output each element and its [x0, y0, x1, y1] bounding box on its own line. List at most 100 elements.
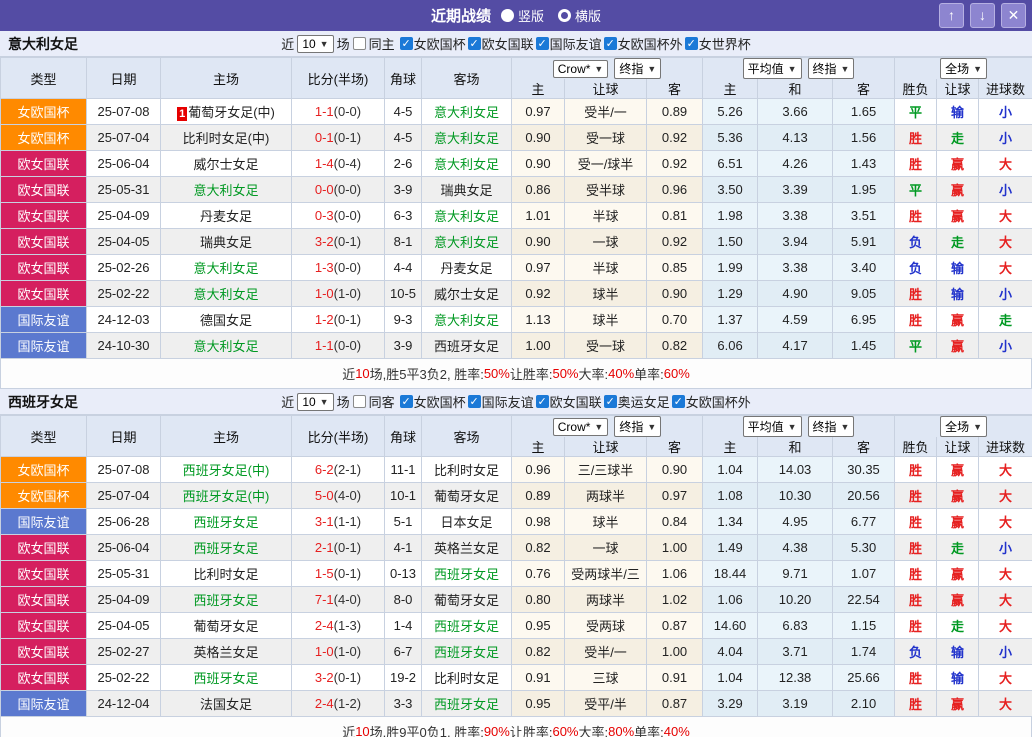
avg-home-cell: 18.44 — [702, 560, 759, 587]
radio-horizontal[interactable]: 横版 — [558, 6, 601, 25]
score-cell: 2-4(1-2) — [291, 690, 385, 717]
handicap-cell: 一球 — [564, 228, 647, 255]
result-goals-cell: 小 — [978, 280, 1032, 307]
result-handicap-cell: 赢 — [936, 202, 980, 229]
average-select[interactable]: 平均值 ▼ — [742, 58, 802, 79]
col-result-handicap: 让球 — [936, 437, 980, 457]
avg-away-cell: 1.45 — [832, 332, 896, 359]
avg-draw-cell: 4.59 — [757, 306, 834, 333]
league-filter-checkbox[interactable]: ✓ — [535, 37, 549, 50]
league-cell: 欧女国联 — [0, 534, 87, 561]
result-wdl-cell: 胜 — [894, 482, 938, 509]
avg-away-cell: 2.10 — [832, 690, 896, 717]
corner-cell: 9-3 — [384, 306, 422, 333]
result-wdl-cell: 胜 — [894, 150, 938, 177]
avg-time-select[interactable]: 终指 ▼ — [807, 58, 855, 79]
league-filter-item: ✓ 女欧国杯 — [399, 34, 466, 53]
date-cell: 25-07-04 — [86, 482, 161, 509]
team-name-text: 意大利女足 — [193, 183, 259, 198]
home-team-cell: 葡萄牙女足 — [160, 612, 292, 639]
same-venue-checkbox[interactable] — [352, 395, 366, 408]
handicap-cell: 受半/一 — [564, 98, 647, 125]
fulltime-select[interactable]: 全场 ▼ — [940, 58, 988, 79]
col-odds-home: 主 — [511, 437, 565, 457]
avg-time-select[interactable]: 终指 ▼ — [807, 416, 855, 437]
corner-cell: 1-4 — [384, 612, 422, 639]
radio-vertical[interactable]: 竖版 — [500, 6, 544, 25]
date-cell: 25-06-04 — [86, 150, 161, 177]
odds-group-header: Crow* ▼ 终指 ▼ — [510, 415, 704, 437]
handicap-cell: 受两球 — [564, 612, 647, 639]
league-filter-checkbox[interactable]: ✓ — [603, 37, 617, 50]
match-count-select[interactable]: 10 ▼ — [297, 392, 334, 411]
same-venue-checkbox[interactable] — [352, 37, 366, 50]
league-filter-checkbox[interactable]: ✓ — [671, 395, 685, 408]
team-name-text: 比利时女足(中) — [182, 131, 270, 146]
fulltime-select[interactable]: 全场 ▼ — [940, 416, 988, 437]
avg-home-cell: 5.36 — [702, 124, 759, 151]
chevron-down-icon: ▼ — [787, 63, 797, 74]
fulltime-score: 1-0 — [314, 644, 334, 659]
scroll-up-button[interactable]: ↑ — [939, 3, 964, 28]
away-team-cell: 意大利女足 — [421, 150, 512, 177]
home-odds-cell: 0.92 — [511, 280, 565, 307]
league-filter-checkbox[interactable]: ✓ — [399, 37, 413, 50]
avg-draw-cell: 3.38 — [757, 254, 834, 281]
bookmaker-select[interactable]: Crow* ▼ — [552, 59, 609, 78]
away-odds-cell: 0.70 — [645, 306, 704, 333]
table-body: 女欧国杯 25-07-08 西班牙女足(中) 6-2(2-1) 11-1 比利时女足 0.9… — [0, 456, 1032, 717]
away-team-cell: 瑞典女足 — [421, 176, 512, 203]
home-odds-cell: 0.97 — [511, 98, 565, 125]
handicap-cell: 一球 — [564, 534, 647, 561]
fulltime-score: 6-2 — [314, 462, 334, 477]
league-cell: 欧女国联 — [0, 150, 87, 177]
avg-away-cell: 1.95 — [832, 176, 896, 203]
summary-text: 单率: — [634, 725, 664, 737]
avg-home-cell: 1.06 — [702, 586, 759, 613]
bookmaker-select[interactable]: Crow* ▼ — [552, 417, 609, 436]
league-filter-item: ✓ 女欧国杯外 — [603, 34, 683, 53]
league-filter-checkbox[interactable]: ✓ — [467, 37, 481, 50]
radio-unselected-icon[interactable] — [558, 9, 571, 22]
avg-away-cell: 5.91 — [832, 228, 896, 255]
league-filter-checkbox[interactable]: ✓ — [467, 395, 481, 408]
scroll-down-button[interactable]: ↓ — [970, 3, 995, 28]
result-goals-cell: 大 — [978, 586, 1032, 613]
radio-selected-icon[interactable] — [500, 9, 514, 22]
team-name-text: 葡萄牙女足 — [433, 593, 499, 608]
average-select[interactable]: 平均值 ▼ — [742, 416, 802, 437]
result-handicap-cell: 赢 — [936, 690, 980, 717]
team-name-text: 丹麦女足 — [440, 261, 493, 276]
result-handicap-cell: 赢 — [936, 306, 980, 333]
league-filter-checkbox[interactable]: ✓ — [684, 37, 698, 50]
league-cell: 欧女国联 — [0, 254, 87, 281]
close-button[interactable]: ✕ — [1001, 3, 1026, 28]
fulltime-group-header: 全场 ▼ — [894, 415, 1032, 437]
odds-time-select[interactable]: 终指 ▼ — [614, 58, 662, 79]
halftime-score: (0-1) — [333, 566, 362, 581]
team-name-text: 西班牙女足(中) — [182, 463, 270, 478]
result-wdl-cell: 平 — [894, 176, 938, 203]
col-corner: 角球 — [384, 415, 422, 457]
team-name-text: 意大利女足 — [193, 339, 259, 354]
result-wdl-cell: 胜 — [894, 534, 938, 561]
odds-time-select[interactable]: 终指 ▼ — [614, 416, 662, 437]
halftime-score: (1-2) — [333, 696, 362, 711]
league-filter-checkbox[interactable]: ✓ — [399, 395, 413, 408]
date-cell: 25-02-26 — [86, 254, 161, 281]
match-count-select[interactable]: 10 ▼ — [297, 34, 334, 53]
summary-text: 80% — [608, 724, 635, 737]
score-cell: 3-1(1-1) — [291, 508, 385, 535]
league-filter-checkbox[interactable]: ✓ — [603, 395, 617, 408]
corner-cell: 6-3 — [384, 202, 422, 229]
away-odds-cell: 0.81 — [645, 202, 704, 229]
date-cell: 25-02-27 — [86, 638, 161, 665]
league-cell: 国际友谊 — [0, 690, 87, 717]
filter-row: 意大利女足 近 10 ▼ 场 同主 ✓ 女欧国杯 ✓ 欧女国联 ✓ 国际友谊 ✓ 女欧国杯外 ✓ 女… — [0, 31, 1032, 57]
avg-away-cell: 1.07 — [832, 560, 896, 587]
radio-vertical-label: 竖版 — [517, 9, 544, 24]
away-odds-cell: 0.84 — [645, 508, 704, 535]
league-filter-label: 女欧国杯 — [413, 395, 466, 410]
chevron-down-icon: ▼ — [787, 421, 797, 432]
league-filter-checkbox[interactable]: ✓ — [535, 395, 549, 408]
